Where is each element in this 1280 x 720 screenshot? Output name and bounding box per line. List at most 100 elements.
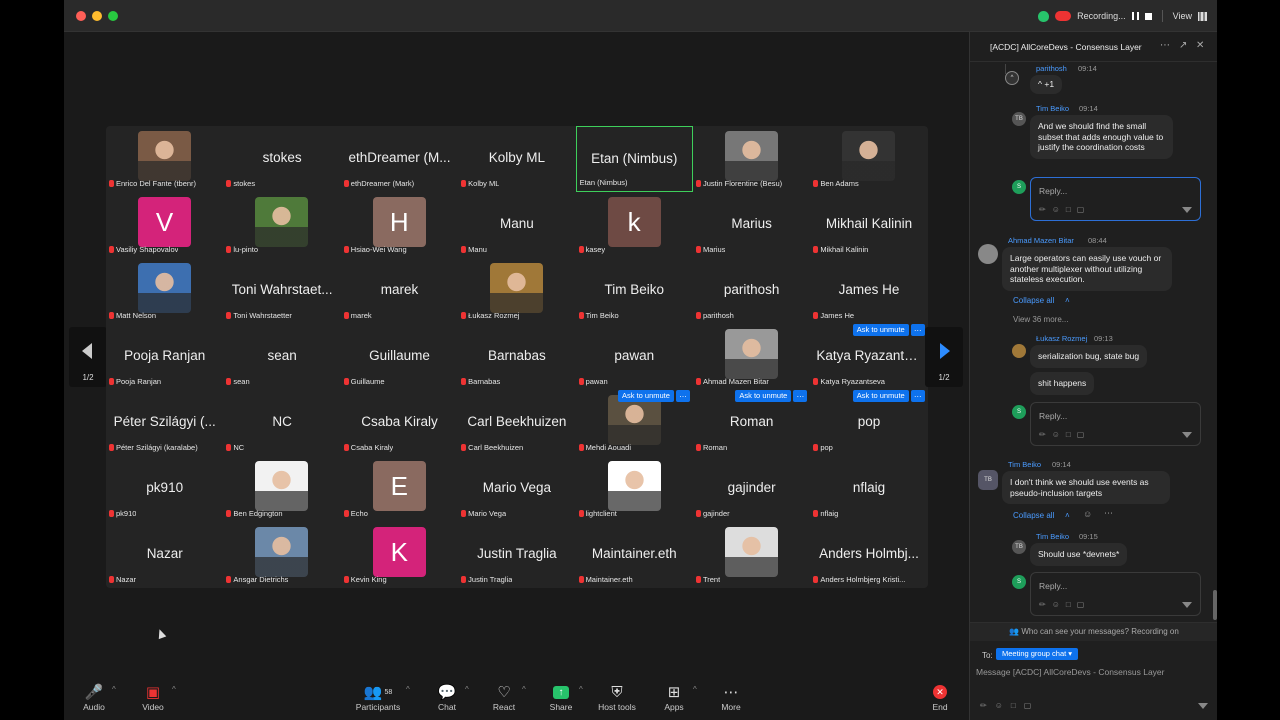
participant-tile[interactable]: Maintainer.eth Maintainer.eth	[576, 522, 693, 588]
previous-page-button[interactable]: 1/2	[69, 327, 107, 387]
participant-tile[interactable]: Csaba Kiraly Csaba Kiraly	[341, 390, 458, 456]
participant-tile[interactable]: parithosh parithosh	[693, 258, 810, 324]
participant-tile[interactable]: Anders Holmbj... Anders Holmbjerg Kristi.…	[810, 522, 927, 588]
participant-tile[interactable]: Roman Roman Ask to unmute…	[693, 390, 810, 456]
participant-tile[interactable]: Mehdi Aouadi Ask to unmute…	[576, 390, 693, 456]
reply-tools-icons[interactable]: ✏☺□▢	[1039, 430, 1090, 439]
participant-tile[interactable]: Enrico Del Fante (tbenr)	[106, 126, 223, 192]
tile-more-options-icon[interactable]: …	[793, 390, 808, 402]
collapse-thread-icon[interactable]: ^	[1005, 71, 1019, 85]
participant-tile[interactable]: ethDreamer (M... ethDreamer (Mark)	[341, 126, 458, 192]
participant-tile[interactable]: gajinder gajinder	[693, 456, 810, 522]
participant-tile[interactable]: Justin Traglia Justin Traglia	[458, 522, 575, 588]
participant-tile[interactable]: Manu Manu	[458, 192, 575, 258]
participant-tile[interactable]: k kasey	[576, 192, 693, 258]
participant-tile[interactable]: Justin Florentine (Besu)	[693, 126, 810, 192]
participant-tile[interactable]: pop pop Ask to unmute…	[810, 390, 927, 456]
participant-tile[interactable]: Łukasz Rozmej	[458, 258, 575, 324]
more-options-icon[interactable]: ⋯	[1104, 508, 1113, 519]
view-button[interactable]: View	[1173, 11, 1192, 21]
react-options-caret[interactable]: ^	[522, 685, 526, 694]
participant-tile[interactable]: Etan (Nimbus) Etan (Nimbus)	[575, 126, 693, 192]
participant-tile[interactable]: nflaig nflaig	[810, 456, 927, 522]
send-icon[interactable]	[1182, 432, 1192, 438]
ask-to-unmute-button[interactable]: Ask to unmute	[852, 324, 909, 336]
reply-tools-icons[interactable]: ✏☺□▢	[1039, 600, 1090, 609]
participant-tile[interactable]: Ahmad Mazen Bitar	[693, 324, 810, 390]
more-options-icon[interactable]: ⋯	[1160, 40, 1170, 51]
video-options-caret[interactable]: ^	[172, 685, 176, 694]
ask-to-unmute-button[interactable]: Ask to unmute	[735, 390, 792, 402]
participant-tile[interactable]: Barnabas Barnabas	[458, 324, 575, 390]
minimize-window-button[interactable]	[92, 11, 102, 21]
participant-tile[interactable]: Pooja Ranjan Pooja Ranjan	[106, 324, 223, 390]
participant-tile[interactable]: NC NC	[223, 390, 340, 456]
reply-input[interactable]: Reply... ✏☺□▢	[1030, 402, 1201, 446]
send-icon[interactable]	[1198, 703, 1208, 709]
message-input[interactable]: Message [ACDC] AllCoreDevs - Consensus L…	[976, 667, 1165, 677]
apps-options-caret[interactable]: ^	[693, 685, 697, 694]
ask-to-unmute-button[interactable]: Ask to unmute	[852, 390, 909, 402]
participant-tile[interactable]: lightclient	[576, 456, 693, 522]
participant-tile[interactable]: Marius Marius	[693, 192, 810, 258]
more-button[interactable]: ⋯ More	[701, 682, 761, 712]
reply-tools-icons[interactable]: ✏☺□▢	[1039, 205, 1090, 214]
participant-tile[interactable]: James He James He	[810, 258, 927, 324]
participant-tile[interactable]: Péter Szilágyi (... Péter Szilágyi (karal…	[106, 390, 223, 456]
collapse-all-link[interactable]: Collapse all	[1013, 511, 1054, 520]
send-icon[interactable]	[1182, 602, 1192, 608]
participant-tile[interactable]: Katya Ryazants... Katya Ryazantseva Ask to…	[810, 324, 927, 390]
participants-options-caret[interactable]: ^	[406, 685, 410, 694]
participant-tile[interactable]: Carl Beekhuizen Carl Beekhuizen	[458, 390, 575, 456]
reply-input[interactable]: Reply... ✏☺□▢	[1030, 177, 1201, 221]
privacy-notice[interactable]: 👥 Who can see your messages? Recording o…	[970, 623, 1217, 641]
participant-tile[interactable]: Trent	[693, 522, 810, 588]
participant-tile[interactable]: sean sean	[223, 324, 340, 390]
send-icon[interactable]	[1182, 207, 1192, 213]
participant-tile[interactable]: pk910 pk910	[106, 456, 223, 522]
participant-tile[interactable]: K Kevin King	[341, 522, 458, 588]
reply-input[interactable]: Reply... ✏☺□▢	[1030, 572, 1201, 616]
audio-options-caret[interactable]: ^	[112, 685, 116, 694]
emoji-icon[interactable]: ☺	[1083, 509, 1092, 519]
participant-tile[interactable]: stokes stokes	[223, 126, 340, 192]
pause-recording-icon[interactable]	[1131, 12, 1139, 20]
tile-more-options-icon[interactable]: …	[675, 390, 690, 402]
tile-more-options-icon[interactable]: …	[910, 390, 925, 402]
participant-tile[interactable]: marek marek	[341, 258, 458, 324]
participants-button[interactable]: 👥 58 Participants	[348, 682, 408, 712]
popout-icon[interactable]: ↗	[1179, 40, 1187, 51]
tile-more-options-icon[interactable]: …	[910, 324, 925, 336]
participant-tile[interactable]: Ben Adams	[810, 126, 927, 192]
close-chat-icon[interactable]: ✕	[1196, 40, 1204, 51]
participant-tile[interactable]: lu-pinto	[223, 192, 340, 258]
participant-tile[interactable]: Ansgar Dietrichs	[223, 522, 340, 588]
participant-tile[interactable]: pawan pawan	[576, 324, 693, 390]
host-tools-button[interactable]: ⛨ Host tools	[587, 682, 647, 713]
participant-tile[interactable]: H Hsiao-Wei Wang	[341, 192, 458, 258]
participant-tile[interactable]: Guillaume Guillaume	[341, 324, 458, 390]
collapse-all-link[interactable]: Collapse all	[1013, 296, 1054, 305]
participant-tile[interactable]: Matt Nelson	[106, 258, 223, 324]
chat-scrollbar[interactable]	[1213, 590, 1217, 620]
stop-recording-icon[interactable]	[1144, 12, 1152, 20]
participant-tile[interactable]: Tim Beiko Tim Beiko	[576, 258, 693, 324]
chat-options-caret[interactable]: ^	[465, 685, 469, 694]
composer-tools-icons[interactable]: ✏☺□▢	[980, 701, 1039, 710]
participant-tile[interactable]: Mario Vega Mario Vega	[458, 456, 575, 522]
next-page-button[interactable]: 1/2	[925, 327, 963, 387]
participant-tile[interactable]: Toni Wahrstaet... Toni Wahrstaetter	[223, 258, 340, 324]
participant-tile[interactable]: Mikhail Kalinin Mikhail Kalinin	[810, 192, 927, 258]
recipient-dropdown[interactable]: Meeting group chat ▾	[996, 648, 1079, 660]
participant-tile[interactable]: Kolby ML Kolby ML	[458, 126, 575, 192]
participant-tile[interactable]: Nazar Nazar	[106, 522, 223, 588]
participant-tile[interactable]: V Vasiliy Shapovalov	[106, 192, 223, 258]
view-more-link[interactable]: View 36 more...	[1013, 315, 1068, 324]
ask-to-unmute-button[interactable]: Ask to unmute	[618, 390, 674, 402]
share-options-caret[interactable]: ^	[579, 685, 583, 694]
participant-tile[interactable]: E Echo	[341, 456, 458, 522]
zoom-window-button[interactable]	[108, 11, 118, 21]
participant-tile[interactable]: Ben Edgington	[223, 456, 340, 522]
end-button[interactable]: ✕ End	[910, 682, 970, 712]
close-window-button[interactable]	[76, 11, 86, 21]
